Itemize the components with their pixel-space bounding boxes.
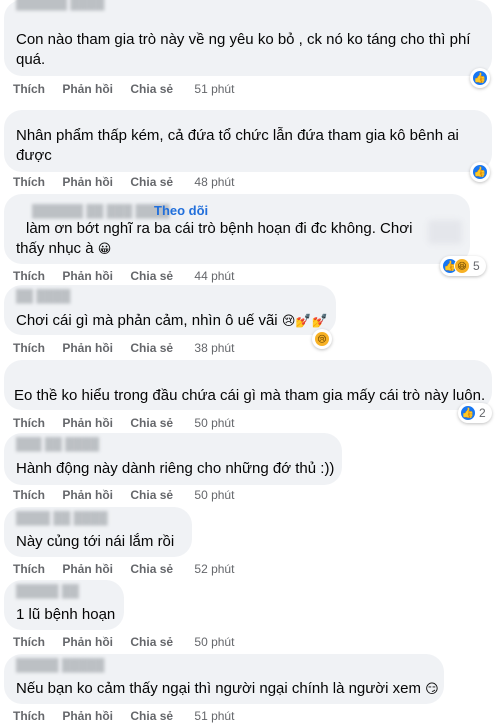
- comment-text: Này củng tới nái lắm rồi: [16, 533, 175, 550]
- comment-text-line2: quá.: [16, 51, 46, 68]
- reply-button[interactable]: Phản hồi: [62, 416, 113, 430]
- like-button[interactable]: Thích: [13, 416, 45, 430]
- comment-timestamp[interactable]: 50 phút: [194, 635, 234, 649]
- grinning-emoji: 😀: [97, 241, 112, 256]
- commenter-name[interactable]: ██ ████: [16, 289, 70, 303]
- commenter-name[interactable]: █████ ██: [16, 584, 79, 598]
- smirk-emoji: 😏: [425, 681, 439, 696]
- commenter-name[interactable]: ████ ██ ████: [16, 511, 108, 525]
- comment-actions: Thích Phản hồi Chia sẻ 44 phút: [13, 269, 248, 283]
- reaction-summary[interactable]: 👍: [470, 162, 490, 182]
- comment-text-line2: được: [16, 147, 52, 164]
- comment-timestamp[interactable]: 44 phút: [194, 269, 234, 283]
- comment-actions: Thích Phản hồi Chia sẻ 50 phút: [13, 488, 248, 502]
- comment-text: làm ơn bớt nghĩ ra ba cái trò bệnh hoạn …: [26, 220, 413, 237]
- comment-bubble[interactable]: ██████ ██ ███ ████ Theo dõi làm ơn bớt n…: [4, 194, 470, 264]
- like-button[interactable]: Thích: [13, 82, 45, 96]
- like-reaction-icon: 👍: [460, 405, 476, 421]
- comment-actions: Thích Phản hồi Chia sẻ 51 phút: [13, 82, 248, 96]
- like-button[interactable]: Thích: [13, 269, 45, 283]
- reply-button[interactable]: Phản hồi: [62, 269, 113, 283]
- share-button[interactable]: Chia sẻ: [130, 416, 173, 430]
- share-button[interactable]: Chia sẻ: [130, 175, 173, 189]
- share-button[interactable]: Chia sẻ: [130, 635, 173, 649]
- comment-bubble[interactable]: ██████ ████ Con nào tham gia trò này về …: [4, 0, 492, 76]
- reply-button[interactable]: Phản hồi: [62, 175, 113, 189]
- comment-timestamp[interactable]: 48 phút: [194, 175, 234, 189]
- like-reaction-icon: 👍: [472, 164, 488, 180]
- comment-timestamp[interactable]: 51 phút: [194, 709, 234, 723]
- sad-nail-emoji: 😢💅💅: [281, 313, 328, 328]
- like-reaction-icon: 👍: [472, 70, 488, 86]
- comment-bubble[interactable]: ███ ██ ████ Hành động này dành riêng cho…: [4, 433, 342, 485]
- comment-actions: Thích Phản hồi Chia sẻ 38 phút: [13, 341, 248, 355]
- reply-button[interactable]: Phản hồi: [62, 635, 113, 649]
- reply-button[interactable]: Phản hồi: [62, 709, 113, 723]
- share-button[interactable]: Chia sẻ: [130, 562, 173, 576]
- comment-bubble[interactable]: █████ ██ 1 lũ bệnh hoạn: [4, 580, 124, 630]
- reaction-count: 5: [473, 259, 480, 273]
- comment-bubble[interactable]: █████ █████ Nếu bạn ko cảm thấy ngại thì…: [4, 654, 444, 704]
- comment-actions: Thích Phản hồi Chia sẻ 48 phút: [13, 175, 248, 189]
- commenter-name[interactable]: ██████ ████: [16, 0, 104, 10]
- reaction-count: 2: [479, 406, 486, 420]
- reply-button[interactable]: Phản hồi: [62, 488, 113, 502]
- reaction-summary[interactable]: 👍 😆 5: [440, 256, 486, 276]
- comment-timestamp[interactable]: 50 phút: [194, 416, 234, 430]
- commenter-name[interactable]: ██████ ██ ███ ████: [32, 204, 170, 218]
- like-button[interactable]: Thích: [13, 709, 45, 723]
- commenter-name[interactable]: █████ █████: [16, 658, 104, 672]
- comment-text: Chơi cái gì mà phản cảm, nhìn ô uế vãi 😢…: [16, 311, 328, 331]
- blurred-region: [428, 220, 462, 244]
- comment-text: Eo thề ko hiểu trong đầu chứa cái gì mà …: [14, 387, 486, 404]
- sad-reaction-icon: 😢: [314, 331, 330, 347]
- comment-text-part: Nếu bạn ko cảm thấy ngại thì người ngại …: [16, 680, 421, 697]
- comment-text: Hành động này dành riêng cho những đớ th…: [16, 460, 335, 477]
- like-button[interactable]: Thích: [13, 175, 45, 189]
- share-button[interactable]: Chia sẻ: [130, 341, 173, 355]
- like-button[interactable]: Thích: [13, 562, 45, 576]
- comment-timestamp[interactable]: 52 phút: [194, 562, 234, 576]
- comment-timestamp[interactable]: 51 phút: [194, 82, 234, 96]
- comment-bubble[interactable]: ██ ████ Chơi cái gì mà phản cảm, nhìn ô …: [4, 285, 336, 335]
- reaction-summary[interactable]: 👍: [470, 68, 490, 88]
- commenter-name[interactable]: ███ ██ ████: [16, 437, 99, 451]
- reply-button[interactable]: Phản hồi: [62, 341, 113, 355]
- share-button[interactable]: Chia sẻ: [130, 709, 173, 723]
- like-button[interactable]: Thích: [13, 341, 45, 355]
- comment-timestamp[interactable]: 50 phút: [194, 488, 234, 502]
- comment-actions: Thích Phản hồi Chia sẻ 52 phút: [13, 562, 248, 576]
- share-button[interactable]: Chia sẻ: [130, 488, 173, 502]
- comment-actions: Thích Phản hồi Chia sẻ 50 phút: [13, 416, 248, 430]
- comment-actions: Thích Phản hồi Chia sẻ 51 phút: [13, 709, 248, 723]
- reply-button[interactable]: Phản hồi: [62, 562, 113, 576]
- follow-button[interactable]: Theo dõi: [154, 203, 208, 218]
- share-button[interactable]: Chia sẻ: [130, 82, 173, 96]
- comment-text: 1 lũ bệnh hoạn: [16, 606, 116, 623]
- comment-text-part: thấy nhục à: [16, 240, 94, 257]
- reaction-summary[interactable]: 👍 2: [458, 403, 492, 423]
- comment-bubble[interactable]: ████ ██ ████ Này củng tới nái lắm rồi: [4, 507, 192, 557]
- like-button[interactable]: Thích: [13, 635, 45, 649]
- like-button[interactable]: Thích: [13, 488, 45, 502]
- comment-text-line2: thấy nhục à 😀: [16, 239, 111, 259]
- comment-text: Nhân phẩm thấp kém, cả đứa tổ chức lẫn đ…: [16, 127, 459, 144]
- comment-bubble[interactable]: Eo thề ko hiểu trong đầu chứa cái gì mà …: [4, 360, 492, 410]
- comment-text: Nếu bạn ko cảm thấy ngại thì người ngại …: [16, 679, 439, 699]
- comment-timestamp[interactable]: 38 phút: [194, 341, 234, 355]
- share-button[interactable]: Chia sẻ: [130, 269, 173, 283]
- comment-text: Con nào tham gia trò này về ng yêu ko bỏ…: [16, 31, 471, 48]
- reply-button[interactable]: Phản hồi: [62, 82, 113, 96]
- comment-actions: Thích Phản hồi Chia sẻ 50 phút: [13, 635, 248, 649]
- reaction-summary[interactable]: 😢: [312, 329, 332, 349]
- comment-text-part: Chơi cái gì mà phản cảm, nhìn ô uế vãi: [16, 312, 278, 329]
- comment-bubble[interactable]: Nhân phẩm thấp kém, cả đứa tổ chức lẫn đ…: [4, 110, 492, 172]
- haha-reaction-icon: 😆: [454, 258, 470, 274]
